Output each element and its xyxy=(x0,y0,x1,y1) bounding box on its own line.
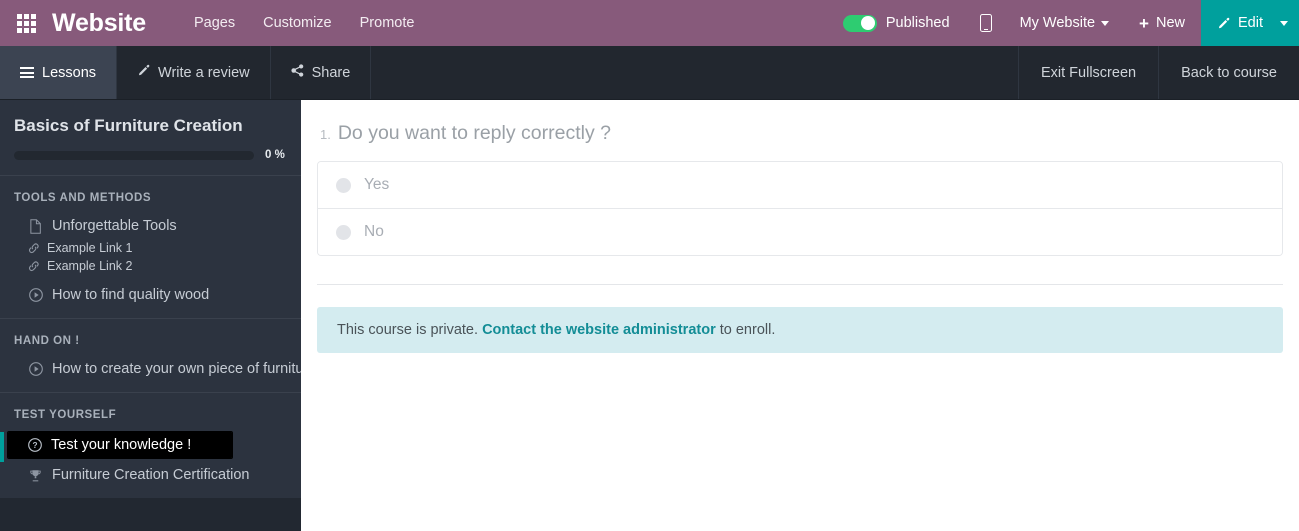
back-to-course-button[interactable]: Back to course xyxy=(1158,46,1299,99)
play-circle-icon xyxy=(28,362,43,376)
share-button[interactable]: Share xyxy=(271,46,372,99)
sidebar-section-tools: TOOLS AND METHODS Unforgettable Tools Ex… xyxy=(0,176,301,318)
section-title-tools: TOOLS AND METHODS xyxy=(14,192,152,204)
alert-text-after: to enroll. xyxy=(719,322,776,338)
sidebar-section-hand-on: HAND ON ! How to create your own piece o… xyxy=(0,319,301,392)
menu-item-pages[interactable]: Pages xyxy=(180,0,249,46)
radio-button-icon xyxy=(336,224,351,240)
top-bar-right-group: Published My Website + New Edit xyxy=(827,0,1299,46)
top-navigation-bar: Website Pages Customize Promote Publishe… xyxy=(0,0,1299,46)
chevron-down-icon xyxy=(1280,20,1288,26)
sidebar-item-furniture-creation-certification[interactable]: Furniture Creation Certification xyxy=(0,462,301,488)
tab-lessons-label: Lessons xyxy=(42,64,97,81)
private-course-alert: This course is private. Contact the webs… xyxy=(317,307,1283,353)
section-title-test-yourself: TEST YOURSELF xyxy=(14,409,117,421)
alert-text-before: This course is private. xyxy=(337,322,479,338)
active-item-accent-bar xyxy=(0,432,4,462)
sidebar-item-label: Example Link 2 xyxy=(47,259,133,273)
section-title-hand-on: HAND ON ! xyxy=(14,335,80,347)
link-icon xyxy=(28,260,40,272)
mobile-preview-icon xyxy=(979,14,992,32)
document-icon xyxy=(28,218,43,234)
new-button[interactable]: + New xyxy=(1123,0,1201,46)
write-review-button[interactable]: Write a review xyxy=(117,46,271,99)
course-title: Basics of Furniture Creation xyxy=(14,116,243,135)
apps-menu-button[interactable] xyxy=(0,0,52,46)
sidebar-item-label: Furniture Creation Certification xyxy=(52,467,250,483)
sidebar-item-unforgettable-tools[interactable]: Unforgettable Tools xyxy=(0,213,301,239)
progress-bar-track xyxy=(14,150,254,160)
svg-text:?: ? xyxy=(32,440,37,450)
exit-fullscreen-button[interactable]: Exit Fullscreen xyxy=(1017,46,1158,99)
content-divider xyxy=(317,284,1283,285)
link-icon xyxy=(28,242,40,254)
toolbar-right-group: Exit Fullscreen Back to course xyxy=(1017,46,1299,99)
new-button-label: New xyxy=(1155,15,1185,31)
app-brand-title: Website xyxy=(52,8,146,37)
website-selector-label: My Website xyxy=(1019,15,1096,31)
sidebar-item-how-to-create-furniture[interactable]: How to create your own piece of furnitur… xyxy=(0,356,301,382)
trophy-icon xyxy=(28,469,43,482)
menu-item-customize[interactable]: Customize xyxy=(249,0,346,46)
answer-label: Yes xyxy=(364,176,390,193)
progress-percent-label: 0 % xyxy=(265,149,285,161)
sidebar-item-example-link-1[interactable]: Example Link 1 xyxy=(0,239,301,257)
course-sidebar: Basics of Furniture Creation 0 % TOOLS A… xyxy=(0,100,301,531)
write-review-label: Write a review xyxy=(158,64,250,81)
contact-administrator-link[interactable]: Contact the website administrator xyxy=(482,322,716,338)
top-menu: Pages Customize Promote xyxy=(180,0,428,46)
hamburger-icon xyxy=(20,67,34,78)
radio-button-icon xyxy=(336,177,351,193)
pencil-icon xyxy=(1217,17,1230,30)
play-circle-icon xyxy=(28,288,43,302)
question-number: 1. xyxy=(320,127,331,142)
sidebar-item-label: Example Link 1 xyxy=(47,241,133,255)
sidebar-item-test-your-knowledge[interactable]: ? Test your knowledge ! xyxy=(7,431,233,459)
chevron-down-icon xyxy=(1101,20,1110,26)
tab-lessons[interactable]: Lessons xyxy=(0,46,118,99)
course-progress: 0 % xyxy=(14,149,287,161)
share-icon xyxy=(291,64,304,81)
sidebar-item-label: How to find quality wood xyxy=(52,287,210,303)
pencil-icon xyxy=(137,64,150,81)
plus-icon: + xyxy=(1139,13,1149,33)
website-selector-dropdown[interactable]: My Website xyxy=(1006,0,1123,46)
menu-item-promote[interactable]: Promote xyxy=(346,0,429,46)
answer-options-list: Yes No xyxy=(317,161,1283,256)
published-label: Published xyxy=(885,15,950,31)
edit-button[interactable]: Edit xyxy=(1201,0,1277,46)
question-circle-icon: ? xyxy=(27,438,42,452)
sidebar-item-how-to-find-quality-wood[interactable]: How to find quality wood xyxy=(0,282,301,308)
published-toggle[interactable]: Published xyxy=(827,0,966,46)
sidebar-item-label: Test your knowledge ! xyxy=(51,437,192,453)
question-heading: 1. Do you want to reply correctly ? xyxy=(320,122,1283,145)
answer-label: No xyxy=(364,223,384,240)
sidebar-item-label: How to create your own piece of furnitur… xyxy=(52,361,301,377)
answer-option-no[interactable]: No xyxy=(318,208,1282,255)
edit-dropdown-button[interactable] xyxy=(1277,0,1299,46)
sidebar-empty-space xyxy=(0,498,301,531)
course-toolbar: Lessons Write a review Share Exit Fullsc… xyxy=(0,46,1299,100)
question-text: Do you want to reply correctly ? xyxy=(337,122,611,144)
published-switch-icon xyxy=(842,14,877,32)
sidebar-item-label: Unforgettable Tools xyxy=(52,218,177,234)
answer-option-yes[interactable]: Yes xyxy=(318,162,1282,208)
share-label: Share xyxy=(311,64,351,81)
main-content: 1. Do you want to reply correctly ? Yes … xyxy=(301,100,1299,531)
edit-button-label: Edit xyxy=(1238,15,1263,31)
mobile-preview-button[interactable] xyxy=(966,0,1006,46)
apps-grid-icon xyxy=(16,13,36,33)
course-header: Basics of Furniture Creation 0 % xyxy=(0,100,301,175)
sidebar-section-test-yourself: TEST YOURSELF ? Test your knowledge ! Fu… xyxy=(0,393,301,498)
sidebar-item-example-link-2[interactable]: Example Link 2 xyxy=(0,257,301,275)
page-body: Basics of Furniture Creation 0 % TOOLS A… xyxy=(0,100,1299,531)
